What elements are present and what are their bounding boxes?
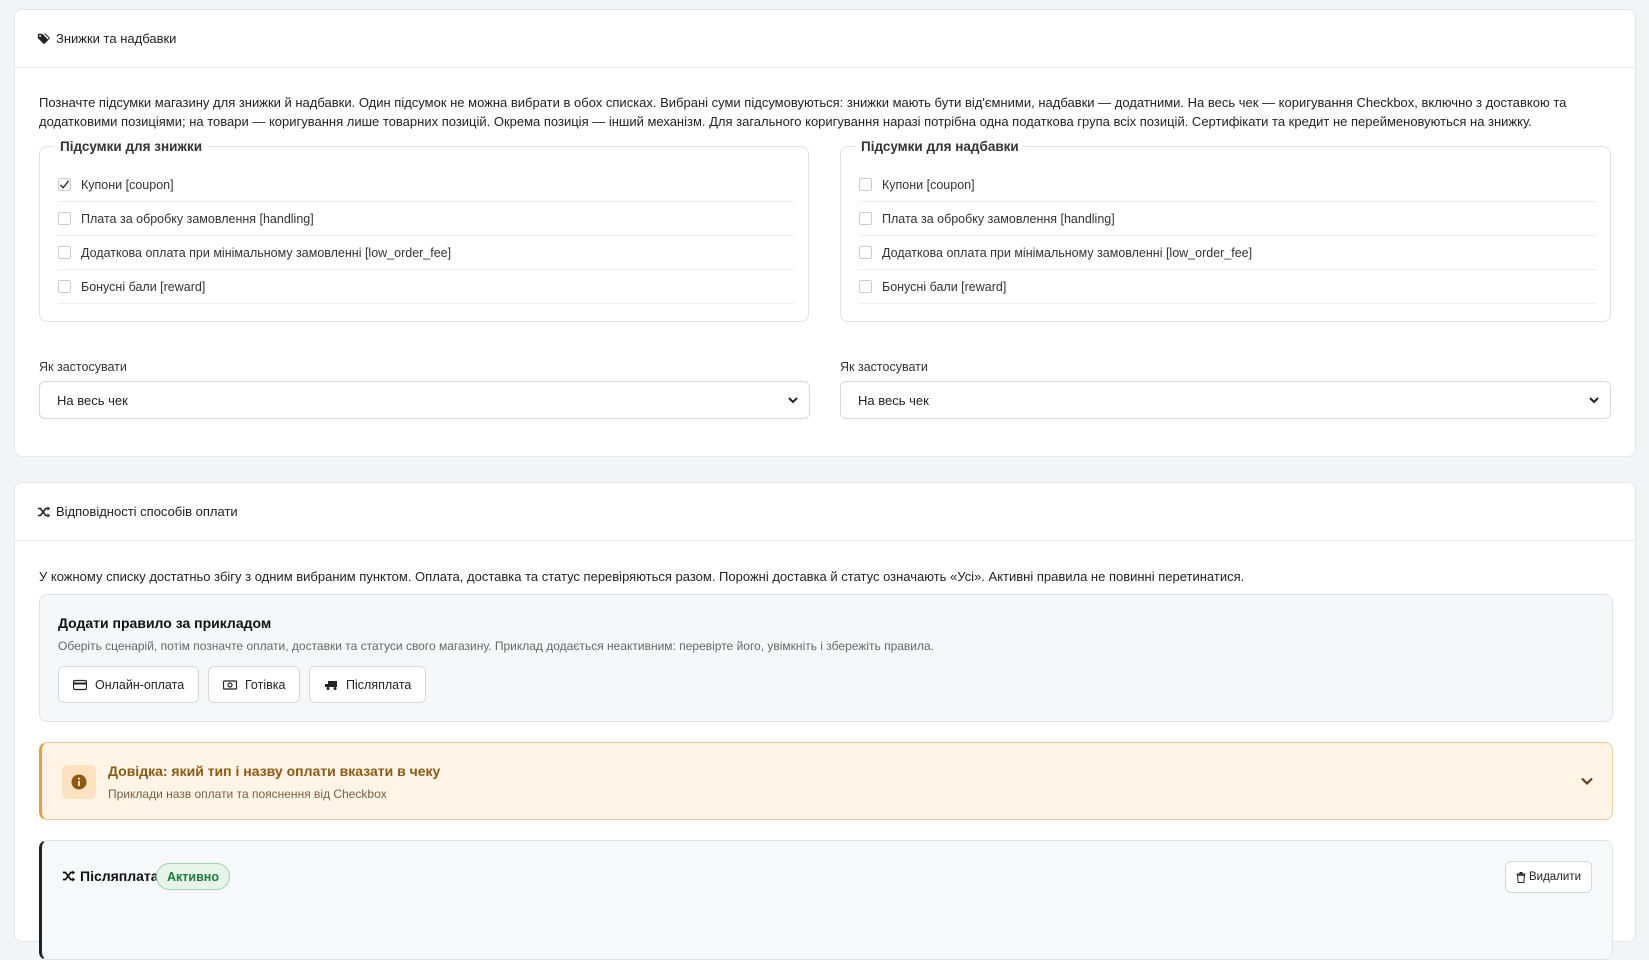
rule-title-text: Післяплата [80, 868, 159, 884]
delete-rule-button[interactable]: Видалити [1504, 861, 1592, 893]
surcharge-label-reward: Бонусні бали [reward] [882, 279, 1007, 294]
discount-totals-list: Купони [coupon] Плата за обробку замовле… [40, 154, 808, 304]
surcharge-checkbox-handling[interactable] [859, 212, 872, 225]
discounts-card: Знижки та надбавки Позначте підсумки маг… [14, 9, 1636, 457]
surcharge-totals-list: Купони [coupon] Плата за обробку замовле… [841, 154, 1610, 304]
payment-help-subtitle: Приклади назв оплати та пояснення від Ch… [108, 787, 387, 801]
discount-item-handling[interactable]: Плата за обробку замовлення [handling] [58, 202, 794, 236]
example-rule-subtitle: Оберіть сценарій, потім позначте оплати,… [58, 639, 935, 653]
discounts-intro: Позначте підсумки магазину для знижки й … [39, 95, 1567, 129]
status-badge: Активно [156, 863, 230, 890]
surcharge-checkbox-low-order-fee[interactable] [859, 246, 872, 259]
truck-icon [325, 680, 337, 690]
surcharge-item-reward[interactable]: Бонусні бали [reward] [859, 270, 1596, 304]
surcharge-apply-label: Як застосувати [840, 360, 928, 374]
discount-checkbox-handling[interactable] [58, 212, 71, 225]
trash-icon [1516, 871, 1526, 883]
delete-rule-label: Видалити [1528, 871, 1581, 883]
discounts-card-header: Знижки та надбавки [15, 10, 1635, 68]
surcharge-apply-select[interactable]: На весь чек [840, 381, 1611, 419]
surcharge-totals-group: Підсумки для надбавки Купони [coupon] Пл… [840, 139, 1611, 322]
discount-apply-label: Як застосувати [39, 360, 127, 374]
discount-label-handling: Плата за обробку замовлення [handling] [81, 211, 314, 226]
discount-label-reward: Бонусні бали [reward] [81, 279, 206, 294]
surcharge-label-handling: Плата за обробку замовлення [handling] [882, 211, 1115, 226]
discount-item-low-order-fee[interactable]: Додаткова оплата при мінімальному замовл… [58, 236, 794, 270]
surcharge-label-coupon: Купони [coupon] [882, 177, 975, 192]
payments-card: Відповідності способів оплати У кожному … [14, 482, 1636, 960]
chevron-down-icon[interactable] [1580, 775, 1594, 787]
discount-apply-value: На весь чек [57, 392, 128, 408]
rule-card-cod: Післяплата Активно Видалити [39, 840, 1613, 960]
surcharge-item-low-order-fee[interactable]: Додаткова оплата при мінімальному замовл… [859, 236, 1596, 270]
money-bill-icon [223, 679, 237, 690]
info-badge [62, 765, 96, 799]
surcharge-apply-value: На весь чек [858, 392, 929, 408]
discount-label-low-order-fee: Додаткова оплата при мінімальному замовл… [81, 245, 452, 260]
discount-totals-legend: Підсумки для знижки [60, 139, 203, 154]
info-icon [71, 774, 87, 790]
surcharge-item-coupon[interactable]: Купони [coupon] [859, 168, 1596, 202]
example-online-payment-label: Онлайн-оплата [95, 677, 185, 692]
discount-checkbox-coupon[interactable] [58, 178, 71, 191]
example-rule-title: Додати правило за прикладом [58, 615, 272, 631]
discount-checkbox-low-order-fee[interactable] [58, 246, 71, 259]
example-rule-panel: Додати правило за прикладом Оберіть сцен… [39, 594, 1613, 722]
payment-help-panel[interactable]: Довідка: який тип і назву оплати вказати… [39, 742, 1613, 820]
chevron-down-icon [1589, 397, 1599, 404]
example-online-payment-button[interactable]: Онлайн-оплата [58, 666, 200, 703]
example-cash-button[interactable]: Готівка [208, 666, 301, 703]
rule-title: Післяплата [62, 868, 159, 884]
example-cod-label: Післяплата [346, 677, 412, 692]
shuffle-icon [37, 505, 51, 518]
surcharge-item-handling[interactable]: Плата за обробку замовлення [handling] [859, 202, 1596, 236]
discount-item-reward[interactable]: Бонусні бали [reward] [58, 270, 794, 304]
check-icon [59, 180, 70, 189]
chevron-down-icon [788, 397, 798, 404]
discount-label-coupon: Купони [coupon] [81, 177, 174, 192]
shuffle-icon [62, 870, 76, 882]
example-cash-label: Готівка [245, 677, 286, 692]
tags-icon [37, 33, 51, 44]
surcharge-checkbox-reward[interactable] [859, 280, 872, 293]
discount-checkbox-reward[interactable] [58, 280, 71, 293]
payments-intro: У кожному списку достатньо збігу з одним… [39, 569, 1245, 584]
surcharge-totals-legend: Підсумки для надбавки [861, 139, 1019, 154]
discounts-card-title: Знижки та надбавки [56, 31, 177, 46]
discount-apply-select[interactable]: На весь чек [39, 381, 810, 419]
payment-help-title: Довідка: який тип і назву оплати вказати… [108, 763, 441, 779]
discount-totals-group: Підсумки для знижки Купони [coupon] Плат… [39, 139, 809, 322]
surcharge-checkbox-coupon[interactable] [859, 178, 872, 191]
credit-card-icon [73, 679, 87, 690]
payments-card-header: Відповідності способів оплати [15, 483, 1635, 541]
discount-item-coupon[interactable]: Купони [coupon] [58, 168, 794, 202]
surcharge-label-low-order-fee: Додаткова оплата при мінімальному замовл… [882, 245, 1253, 260]
example-cod-button[interactable]: Післяплата [309, 666, 427, 703]
payments-card-title: Відповідності способів оплати [56, 504, 238, 519]
